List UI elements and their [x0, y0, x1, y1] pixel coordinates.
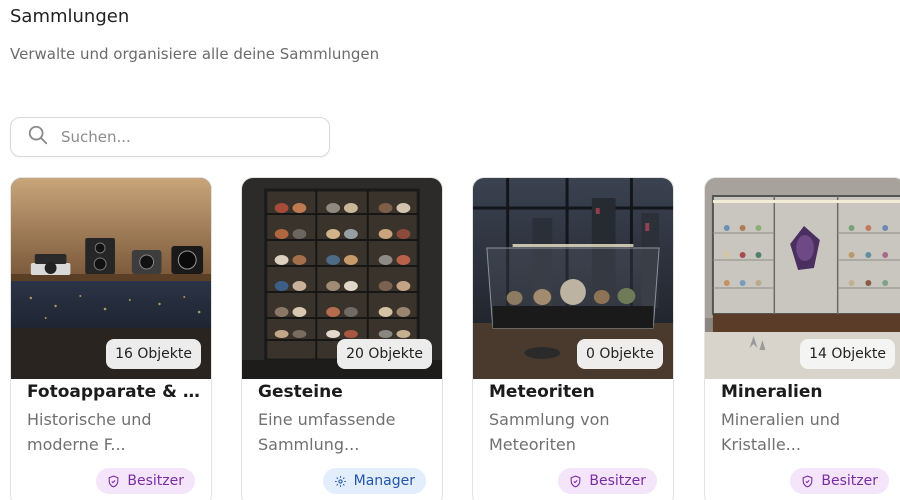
- collection-image-cameras: 16 Objekte: [11, 178, 211, 379]
- object-count-badge: 14 Objekte: [800, 339, 895, 369]
- role-badge-owner: Besitzer: [790, 468, 889, 494]
- collection-description-line: Eine umfassende: [258, 410, 396, 429]
- collection-card-cameras[interactable]: 16 Objekte Fotoapparate & Ob... Historis…: [10, 177, 212, 500]
- collection-image-rocks: 20 Objekte: [242, 178, 442, 379]
- collection-description: Eine umfassende Sammlung...: [258, 407, 434, 457]
- page-subtitle: Verwalte und organisiere alle deine Samm…: [10, 45, 380, 63]
- collection-title: Fotoapparate & Ob...: [27, 382, 203, 402]
- collection-card-minerals[interactable]: 14 Objekte Mineralien Mineralien und Kri…: [704, 177, 900, 500]
- collection-description: Sammlung von Meteoriten: [489, 407, 665, 457]
- collection-description-line: moderne F...: [27, 435, 126, 454]
- role-badge-label: Besitzer: [127, 473, 184, 489]
- object-count-badge: 16 Objekte: [106, 339, 201, 369]
- collection-description-line: Sammlung...: [258, 435, 360, 454]
- collection-description-line: Meteoriten: [489, 435, 576, 454]
- collection-image-minerals: 14 Objekte: [705, 178, 900, 379]
- collection-description-line: Sammlung von: [489, 410, 610, 429]
- role-badge-manager: Manager: [322, 468, 426, 494]
- collection-image-meteorites: 0 Objekte: [473, 178, 673, 379]
- search-input[interactable]: [61, 128, 301, 146]
- role-badge-owner: Besitzer: [558, 468, 657, 494]
- collection-description-line: Mineralien und: [721, 410, 841, 429]
- shield-icon: [571, 475, 581, 488]
- collection-description-line: Historische und: [27, 410, 152, 429]
- collection-title: Mineralien: [721, 382, 823, 402]
- shield-icon: [803, 475, 813, 488]
- object-count-badge: 20 Objekte: [337, 339, 432, 369]
- shield-icon: [109, 475, 119, 488]
- object-count-badge: 0 Objekte: [577, 339, 663, 369]
- role-badge-label: Manager: [353, 473, 415, 489]
- role-badge-label: Besitzer: [821, 473, 878, 489]
- page-title: Sammlungen: [10, 6, 130, 27]
- role-badge-label: Besitzer: [589, 473, 646, 489]
- search-icon: [27, 124, 49, 150]
- collection-card-rocks[interactable]: 20 Objekte Gesteine Eine umfassende Samm…: [241, 177, 443, 500]
- collection-title: Meteoriten: [489, 382, 595, 402]
- collection-description: Historische und moderne F...: [27, 407, 203, 457]
- collection-description: Mineralien und Kristalle...: [721, 407, 897, 457]
- collection-card-meteorites[interactable]: 0 Objekte Meteoriten Sammlung von Meteor…: [472, 177, 674, 500]
- search-box[interactable]: [10, 117, 330, 157]
- collection-title: Gesteine: [258, 382, 343, 402]
- gear-icon: [334, 475, 346, 487]
- collection-description-line: Kristalle...: [721, 435, 801, 454]
- role-badge-owner: Besitzer: [96, 468, 195, 494]
